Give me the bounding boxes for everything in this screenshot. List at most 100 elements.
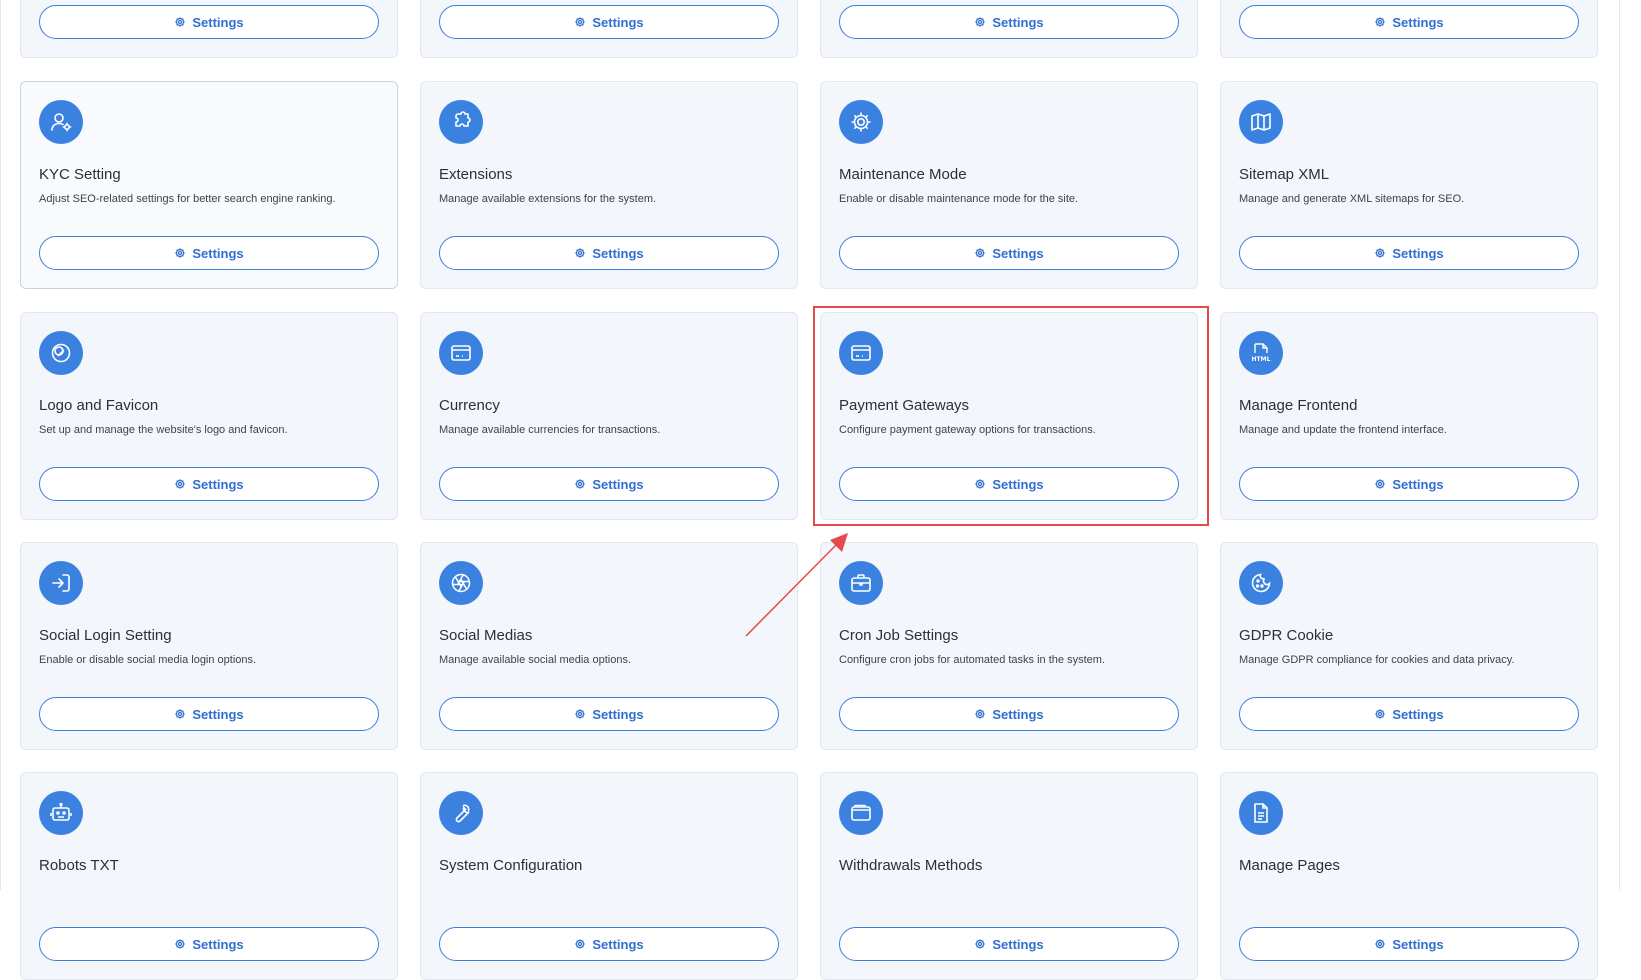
card-description: Manage available currencies for transact…: [439, 424, 661, 436]
card-title: Cron Job Settings: [839, 627, 959, 644]
svg-text:HTML: HTML: [1252, 356, 1271, 363]
settings-button-top-4[interactable]: Settings: [1239, 5, 1579, 39]
card-description: Configure payment gateway options for tr…: [839, 424, 1096, 436]
settings-button-social-medias[interactable]: Settings: [439, 697, 779, 731]
wallet-icon: [839, 791, 883, 835]
settings-card-maintenance: Maintenance Mode Enable or disable mainte…: [820, 81, 1198, 289]
html-file-icon: HTML: [1239, 331, 1283, 375]
settings-gear-icon: [174, 247, 186, 259]
settings-gear-icon: [174, 938, 186, 950]
card-description: Manage GDPR compliance for cookies and d…: [1239, 654, 1515, 666]
settings-button-extensions[interactable]: Settings: [439, 236, 779, 270]
settings-button-social-login[interactable]: Settings: [39, 697, 379, 731]
settings-button-maintenance[interactable]: Settings: [839, 236, 1179, 270]
settings-button-label: Settings: [592, 476, 644, 492]
settings-button-label: Settings: [1392, 245, 1444, 261]
settings-card-payment: Payment Gateways Configure payment gatewa…: [820, 312, 1198, 520]
settings-gear-icon: [974, 247, 986, 259]
settings-button-label: Settings: [192, 245, 244, 261]
settings-card-sitemap: Sitemap XML Manage and generate XML sitem…: [1220, 81, 1598, 289]
settings-gear-icon: [574, 16, 586, 28]
settings-gear-icon: [574, 708, 586, 720]
card-title: Robots TXT: [39, 857, 119, 874]
settings-button-payment[interactable]: Settings: [839, 467, 1179, 501]
settings-gear-icon: [1374, 478, 1386, 490]
content-left-border: [0, 0, 1, 890]
settings-card-frontend: HTML Manage Frontend Manage and update the…: [1220, 312, 1598, 520]
gear-icon: [839, 100, 883, 144]
settings-card-currency: Currency Manage available currencies for …: [420, 312, 798, 520]
settings-card-social-medias: Social Medias Manage available social med…: [420, 542, 798, 750]
settings-button-label: Settings: [192, 14, 244, 30]
card-title: System Configuration: [439, 857, 583, 874]
logo-icon: [39, 331, 83, 375]
settings-button-label: Settings: [592, 245, 644, 261]
card-title: Logo and Favicon: [39, 397, 159, 414]
settings-card-kyc: KYC Setting Adjust SEO-related settings f…: [20, 81, 398, 289]
card-title: Manage Frontend: [1239, 397, 1358, 414]
settings-button-label: Settings: [592, 936, 644, 952]
settings-card-top-4: Settings: [1220, 0, 1598, 58]
settings-gear-icon: [1374, 708, 1386, 720]
card-title: KYC Setting: [39, 166, 121, 183]
settings-button-top-2[interactable]: Settings: [439, 5, 779, 39]
card-title: Maintenance Mode: [839, 166, 967, 183]
settings-button-frontend[interactable]: Settings: [1239, 467, 1579, 501]
briefcase-icon: [839, 561, 883, 605]
card-description: Manage and update the frontend interface…: [1239, 424, 1447, 436]
settings-card-logo: Logo and Favicon Set up and manage the we…: [20, 312, 398, 520]
settings-card-robots: Robots TXT Settings: [20, 772, 398, 980]
settings-button-gdpr[interactable]: Settings: [1239, 697, 1579, 731]
settings-card-top-2: Settings: [420, 0, 798, 58]
cookie-icon: [1239, 561, 1283, 605]
settings-gear-icon: [974, 708, 986, 720]
settings-button-label: Settings: [1392, 14, 1444, 30]
settings-gear-icon: [574, 247, 586, 259]
card-description: Enable or disable social media login opt…: [39, 654, 257, 666]
content-right-border: [1619, 0, 1620, 890]
settings-button-label: Settings: [992, 936, 1044, 952]
settings-button-label: Settings: [592, 706, 644, 722]
settings-gear-icon: [574, 938, 586, 950]
settings-button-label: Settings: [992, 245, 1044, 261]
settings-button-label: Settings: [592, 14, 644, 30]
settings-button-top-3[interactable]: Settings: [839, 5, 1179, 39]
settings-button-kyc[interactable]: Settings: [39, 236, 379, 270]
settings-gear-icon: [174, 478, 186, 490]
settings-button-label: Settings: [1392, 476, 1444, 492]
settings-button-withdrawals[interactable]: Settings: [839, 927, 1179, 961]
credit-card-icon: [439, 331, 483, 375]
settings-button-label: Settings: [192, 476, 244, 492]
document-icon: [1239, 791, 1283, 835]
settings-card-cron: Cron Job Settings Configure cron jobs for…: [820, 542, 1198, 750]
settings-gear-icon: [174, 708, 186, 720]
settings-gear-icon: [1374, 938, 1386, 950]
settings-gear-icon: [1374, 16, 1386, 28]
settings-button-pages[interactable]: Settings: [1239, 927, 1579, 961]
settings-card-system: System Configuration Settings: [420, 772, 798, 980]
settings-card-top-1: Settings: [20, 0, 398, 58]
card-title: Manage Pages: [1239, 857, 1340, 874]
card-title: GDPR Cookie: [1239, 627, 1334, 644]
card-description: Set up and manage the website's logo and…: [39, 424, 288, 436]
card-description: Enable or disable maintenance mode for t…: [839, 193, 1079, 205]
settings-button-sitemap[interactable]: Settings: [1239, 236, 1579, 270]
card-title: Payment Gateways: [839, 397, 970, 414]
settings-button-system[interactable]: Settings: [439, 927, 779, 961]
settings-button-cron[interactable]: Settings: [839, 697, 1179, 731]
settings-gear-icon: [174, 16, 186, 28]
card-description: Manage available extensions for the syst…: [439, 193, 657, 205]
aperture-icon: [439, 561, 483, 605]
map-icon: [1239, 100, 1283, 144]
settings-gear-icon: [974, 938, 986, 950]
settings-button-top-1[interactable]: Settings: [39, 5, 379, 39]
settings-button-label: Settings: [1392, 706, 1444, 722]
user-settings-icon: [39, 100, 83, 144]
settings-card-social-login: Social Login Setting Enable or disable so…: [20, 542, 398, 750]
settings-button-logo[interactable]: Settings: [39, 467, 379, 501]
settings-button-robots[interactable]: Settings: [39, 927, 379, 961]
settings-button-label: Settings: [192, 936, 244, 952]
card-title: Social Login Setting: [39, 627, 172, 644]
settings-button-label: Settings: [1392, 936, 1444, 952]
settings-button-currency[interactable]: Settings: [439, 467, 779, 501]
